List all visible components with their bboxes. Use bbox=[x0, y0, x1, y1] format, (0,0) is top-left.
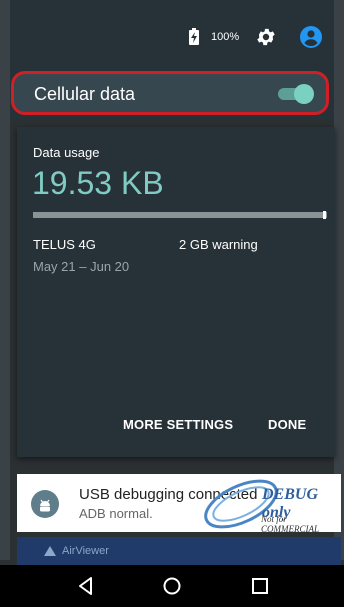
gear-icon[interactable] bbox=[255, 26, 277, 48]
navigation-bar bbox=[0, 565, 344, 607]
data-usage-warning-marker bbox=[323, 211, 326, 219]
cellular-data-toggle[interactable] bbox=[278, 84, 314, 104]
recents-icon[interactable] bbox=[249, 575, 271, 597]
home-icon[interactable] bbox=[161, 575, 183, 597]
billing-period: May 21 – Jun 20 bbox=[33, 259, 130, 274]
usb-debugging-notification[interactable]: USB debugging connected ADB normal. DEBU… bbox=[17, 474, 341, 534]
background-app-name: AirViewer bbox=[62, 545, 109, 557]
background-app-strip: AirViewer bbox=[17, 537, 341, 565]
done-button[interactable]: DONE bbox=[268, 417, 306, 432]
android-debug-icon bbox=[31, 490, 59, 518]
background-app-edge-left bbox=[0, 0, 10, 560]
cellular-data-label: Cellular data bbox=[34, 84, 136, 104]
data-usage-bar bbox=[33, 212, 327, 218]
data-usage-value: 19.53 KB bbox=[32, 165, 164, 201]
data-warning: 2 GB warning bbox=[179, 237, 258, 252]
airviewer-logo-icon bbox=[44, 546, 56, 556]
cellular-data-row[interactable]: Cellular data bbox=[11, 71, 329, 115]
data-usage-card: Data usage 19.53 KB TELUS 4G 2 GB warnin… bbox=[17, 127, 335, 457]
carrier-name: TELUS 4G bbox=[33, 237, 96, 252]
data-usage-label: Data usage bbox=[33, 145, 100, 160]
status-bar: 100% bbox=[10, 20, 334, 56]
back-icon[interactable] bbox=[75, 575, 97, 597]
notification-text: ADB normal. bbox=[79, 506, 153, 521]
more-settings-button[interactable]: MORE SETTINGS bbox=[123, 417, 233, 432]
account-circle-icon[interactable] bbox=[299, 25, 323, 49]
battery-charging-icon bbox=[189, 28, 199, 45]
debug-watermark-subtitle: Not for COMMERCIAL bbox=[261, 514, 319, 534]
battery-percentage: 100% bbox=[211, 31, 240, 43]
toggle-thumb bbox=[294, 84, 314, 104]
